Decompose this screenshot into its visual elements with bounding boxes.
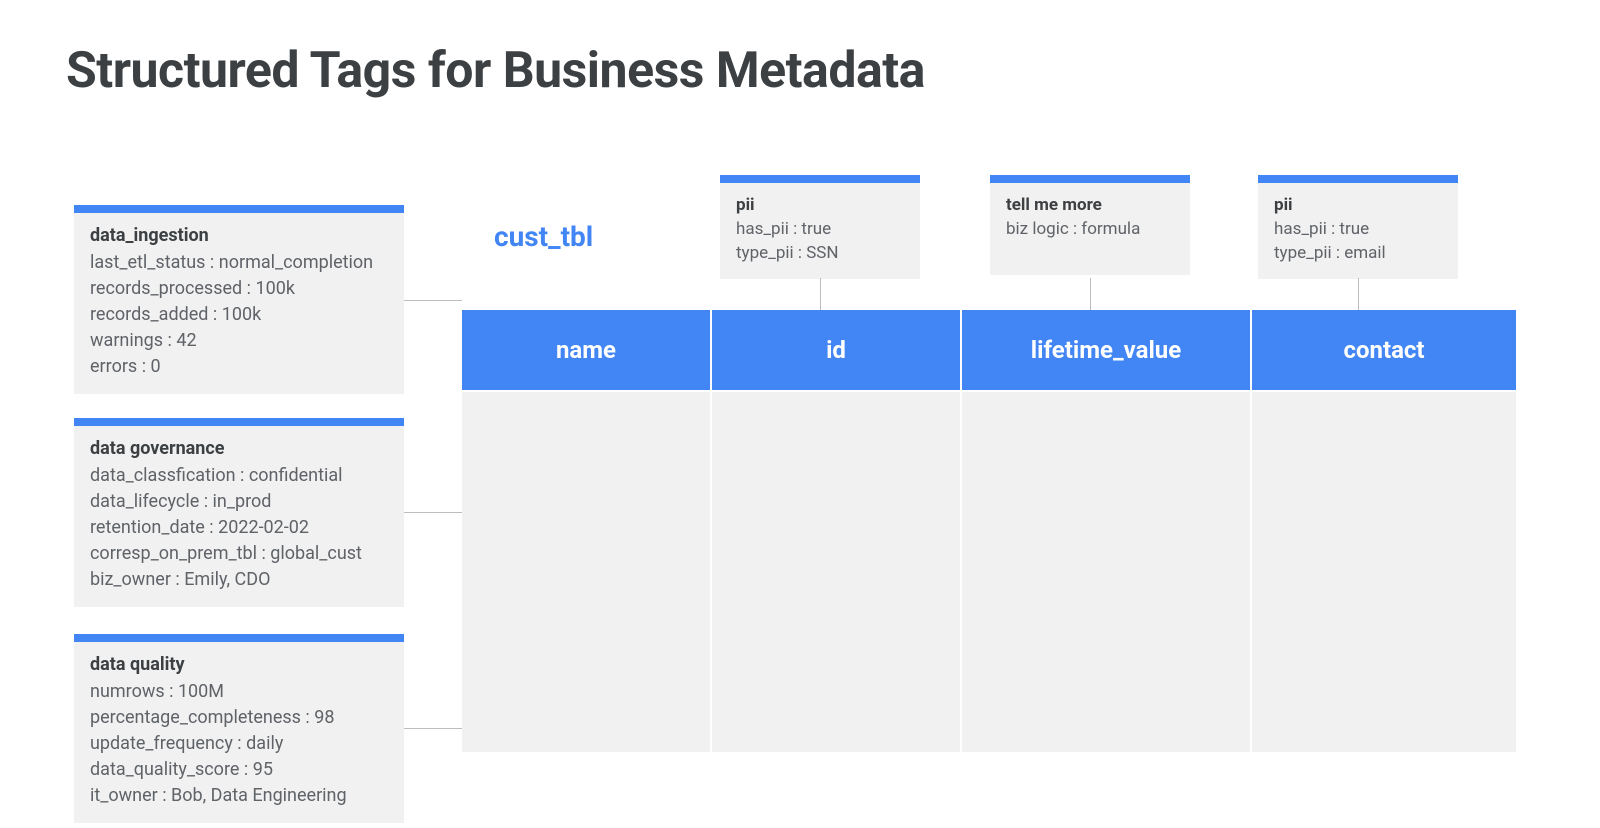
- tag-row: last_etl_status : normal_completion: [90, 250, 388, 276]
- table-column: [962, 392, 1252, 752]
- tag-row: retention_date : 2022-02-02: [90, 515, 388, 541]
- table-column: [462, 392, 712, 752]
- tag-row: corresp_on_prem_tbl : global_cust: [90, 541, 388, 567]
- tag-card-tellmemore: tell me more biz logic : formula: [990, 175, 1190, 275]
- tag-title: data_ingestion: [90, 225, 388, 246]
- connector-line: [1090, 278, 1091, 310]
- tag-row: errors : 0: [90, 354, 388, 380]
- tag-card-governance: data governance data_classfication : con…: [74, 418, 404, 607]
- tag-row: data_classfication : confidential: [90, 463, 388, 489]
- tag-row: records_processed : 100k: [90, 276, 388, 302]
- tag-card-pii-id: pii has_pii : true type_pii : SSN: [720, 175, 920, 279]
- page-title: Structured Tags for Business Metadata: [66, 42, 925, 100]
- connector-line: [404, 728, 462, 729]
- tag-row: percentage_completeness : 98: [90, 705, 388, 731]
- tag-row: records_added : 100k: [90, 302, 388, 328]
- tag-row: type_pii : SSN: [736, 241, 904, 265]
- tag-row: data_quality_score : 95: [90, 757, 388, 783]
- tag-row: update_frequency : daily: [90, 731, 388, 757]
- tag-card-pii-contact: pii has_pii : true type_pii : email: [1258, 175, 1458, 279]
- table-column: [1252, 392, 1516, 752]
- tag-row: biz_owner : Emily, CDO: [90, 567, 388, 593]
- tag-title: tell me more: [1006, 195, 1174, 215]
- tag-card-quality: data quality numrows : 100M percentage_c…: [74, 634, 404, 823]
- tag-card-ingestion: data_ingestion last_etl_status : normal_…: [74, 205, 404, 394]
- table-body: [462, 392, 1516, 752]
- tag-row: type_pii : email: [1274, 241, 1442, 265]
- tag-title: pii: [1274, 195, 1442, 215]
- table-column: [712, 392, 962, 752]
- connector-line: [1358, 278, 1359, 310]
- tag-title: data governance: [90, 438, 388, 459]
- tag-row: biz logic : formula: [1006, 217, 1174, 241]
- column-header-id: id: [712, 310, 962, 390]
- tag-row: has_pii : true: [1274, 217, 1442, 241]
- column-header-name: name: [462, 310, 712, 390]
- tag-row: data_lifecycle : in_prod: [90, 489, 388, 515]
- tag-row: has_pii : true: [736, 217, 904, 241]
- tag-row: it_owner : Bob, Data Engineering: [90, 783, 388, 809]
- column-header-lifetime-value: lifetime_value: [962, 310, 1252, 390]
- table-name: cust_tbl: [494, 220, 593, 253]
- connector-line: [404, 512, 462, 513]
- tag-title: pii: [736, 195, 904, 215]
- tag-row: numrows : 100M: [90, 679, 388, 705]
- connector-line: [820, 278, 821, 310]
- connector-line: [404, 300, 462, 301]
- table-header: name id lifetime_value contact: [462, 310, 1516, 390]
- tag-title: data quality: [90, 654, 388, 675]
- tag-row: warnings : 42: [90, 328, 388, 354]
- column-header-contact: contact: [1252, 310, 1516, 390]
